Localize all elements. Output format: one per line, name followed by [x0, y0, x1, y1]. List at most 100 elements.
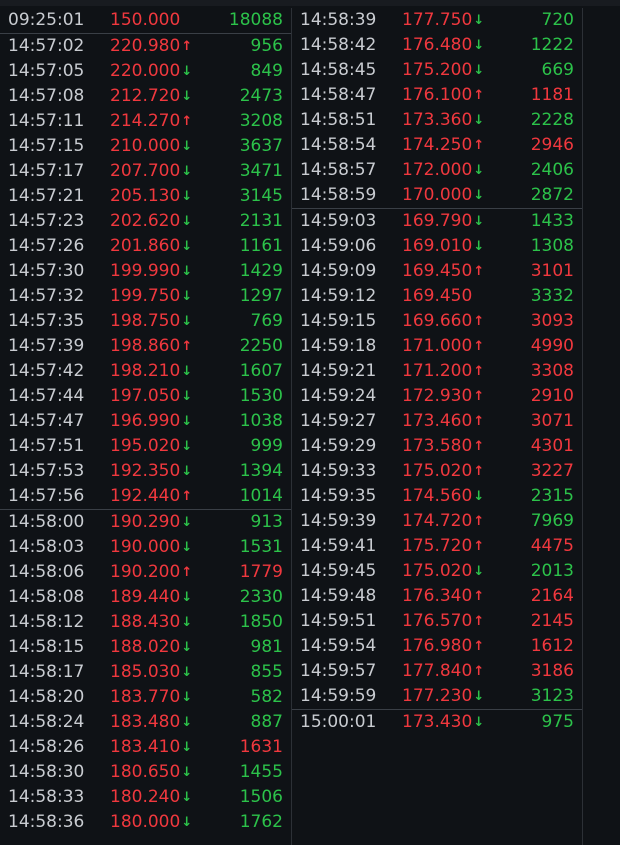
- tick-row: 09:25:01 150.000 18088: [0, 8, 291, 33]
- arrow-up-icon: ↑: [473, 389, 485, 404]
- tick-price-value: 176.340: [402, 586, 473, 606]
- tick-time: 14:57:17: [8, 161, 85, 181]
- tick-volume: 849: [250, 61, 283, 81]
- arrow-down-icon: ↓: [473, 239, 485, 254]
- tick-time: 14:58:39: [300, 10, 377, 30]
- tick-volume: 913: [250, 512, 283, 532]
- tick-row: 14:59:33 175.020↑ 3227: [292, 459, 582, 484]
- tick-price: 185.030↓: [110, 660, 192, 686]
- tick-row: 14:59:45 175.020↓ 2013: [292, 559, 582, 584]
- arrow-up-icon: ↑: [473, 414, 485, 429]
- tick-row: 14:58:03 190.000↓ 1531: [0, 535, 291, 560]
- arrow-down-icon: ↓: [181, 89, 193, 104]
- tick-volume: 2946: [530, 135, 574, 155]
- tick-volume: 2131: [239, 211, 283, 231]
- tick-price: 177.840↑: [402, 659, 484, 685]
- tick-row: 14:58:39 177.750↓ 720: [292, 8, 582, 33]
- tick-price-value: 183.770: [110, 687, 181, 707]
- tick-row: 14:57:26 201.860↓ 1161: [0, 234, 291, 259]
- tick-volume: 2164: [530, 586, 574, 606]
- tick-row: 14:58:59 170.000↓ 2872: [292, 183, 582, 208]
- tick-row: 14:58:20 183.770↓ 582: [0, 685, 291, 710]
- tick-time: 14:59:06: [300, 236, 377, 256]
- tick-price-value: 212.720: [110, 86, 181, 106]
- tick-row: 14:57:47 196.990↓ 1038: [0, 409, 291, 434]
- tick-volume: 1531: [239, 537, 283, 557]
- tick-time: 14:58:33: [8, 787, 85, 807]
- tick-row: 14:59:41 175.720↑ 4475: [292, 534, 582, 559]
- tick-price-value: 173.580: [402, 436, 473, 456]
- tick-price-value: 172.930: [402, 386, 473, 406]
- tick-time: 14:58:57: [300, 160, 377, 180]
- tick-volume: 3208: [239, 111, 283, 131]
- arrow-down-icon: ↓: [473, 188, 485, 203]
- tick-row: 14:57:23 202.620↓ 2131: [0, 209, 291, 234]
- tick-volume: 1161: [239, 236, 283, 256]
- tick-row: 14:59:29 173.580↑ 4301: [292, 434, 582, 459]
- tick-price-value: 176.980: [402, 636, 473, 656]
- tick-price: 176.100↑: [402, 83, 484, 109]
- tick-volume: 3637: [239, 136, 283, 156]
- tick-price: 176.480↓: [402, 33, 484, 59]
- tick-time: 14:58:59: [300, 185, 377, 205]
- tick-row: 14:59:54 176.980↑ 1612: [292, 634, 582, 659]
- tick-price-value: 177.230: [402, 686, 473, 706]
- tick-price: 177.750↓: [402, 8, 484, 34]
- tick-volume: 981: [250, 637, 283, 657]
- tick-price: 180.240↓: [110, 785, 192, 811]
- tick-time: 14:58:47: [300, 85, 377, 105]
- tick-column-left[interactable]: 09:25:01 150.000 18088 14:57:02 220.980↑ 956 1…: [0, 8, 292, 845]
- tick-time: 14:58:54: [300, 135, 377, 155]
- tick-row: 14:58:42 176.480↓ 1222: [292, 33, 582, 58]
- tick-price-value: 201.860: [110, 236, 181, 256]
- arrow-up-icon: ↑: [473, 539, 485, 554]
- tick-time: 14:57:11: [8, 111, 85, 131]
- tick-price: 180.000↓: [110, 810, 192, 836]
- tick-volume: 1433: [530, 211, 574, 231]
- tick-price-value: 202.620: [110, 211, 181, 231]
- tick-row: 14:58:54 174.250↑ 2946: [292, 133, 582, 158]
- tick-price: 171.000↑: [402, 334, 484, 360]
- tick-volume: 1014: [239, 486, 283, 506]
- tick-volume: 4475: [530, 536, 574, 556]
- tick-price-value: 169.010: [402, 236, 473, 256]
- arrow-up-icon: ↑: [181, 39, 193, 54]
- tick-row: 14:59:27 173.460↑ 3071: [292, 409, 582, 434]
- tick-price-value: 175.020: [402, 561, 473, 581]
- tick-price: 220.980↑: [110, 34, 192, 60]
- tick-price-value: 210.000: [110, 136, 181, 156]
- tick-row: 14:59:09 169.450↑ 3101: [292, 259, 582, 284]
- tick-price: 175.200↓: [402, 58, 484, 84]
- tick-row: 14:59:39 174.720↑ 7969: [292, 509, 582, 534]
- tick-row: 14:58:33 180.240↓ 1506: [0, 785, 291, 810]
- tick-time: 14:57:39: [8, 336, 85, 356]
- tick-row: 14:57:35 198.750↓ 769: [0, 309, 291, 334]
- tick-price-value: 173.430: [402, 712, 473, 732]
- tick-price: 199.750↓: [110, 284, 192, 310]
- tick-price-value: 183.410: [110, 737, 181, 757]
- tick-volume: 855: [250, 662, 283, 682]
- arrow-up-icon: ↑: [181, 489, 193, 504]
- tick-price-value: 188.430: [110, 612, 181, 632]
- tick-column-right[interactable]: 14:58:39 177.750↓ 720 14:58:42 176.480↓ 1222 1…: [292, 8, 583, 845]
- tick-price: 190.000↓: [110, 535, 192, 561]
- tick-time: 14:57:35: [8, 311, 85, 331]
- tick-price-value: 171.200: [402, 361, 473, 381]
- tick-time: 14:57:02: [8, 36, 85, 56]
- tick-volume: 2406: [530, 160, 574, 180]
- tick-volume: 975: [541, 712, 574, 732]
- tick-price-value: 188.020: [110, 637, 181, 657]
- tick-row: 14:58:51 173.360↓ 2228: [292, 108, 582, 133]
- tick-row: 14:58:57 172.000↓ 2406: [292, 158, 582, 183]
- tick-row: 14:59:48 176.340↑ 2164: [292, 584, 582, 609]
- tick-price: 174.560↓: [402, 484, 484, 510]
- tick-volume: 1297: [239, 286, 283, 306]
- tick-row: 14:57:56 192.440↑ 1014: [0, 484, 291, 509]
- arrow-down-icon: ↓: [473, 13, 485, 28]
- tick-price-value: 207.700: [110, 161, 181, 181]
- tick-row: 15:00:01 173.430↓ 975: [292, 709, 582, 735]
- tick-row: 14:59:03 169.790↓ 1433: [292, 208, 582, 234]
- arrow-down-icon: ↓: [473, 163, 485, 178]
- tick-price-value: 192.440: [110, 486, 181, 506]
- tick-row: 14:58:12 188.430↓ 1850: [0, 610, 291, 635]
